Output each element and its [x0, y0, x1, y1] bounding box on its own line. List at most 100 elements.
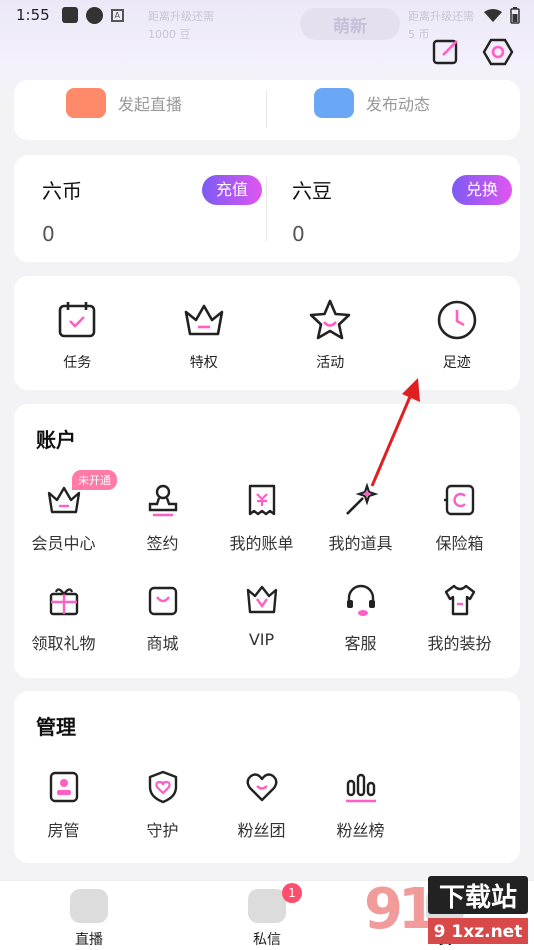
tab-live-label: 直播 [75, 932, 103, 948]
settings-icon[interactable] [482, 36, 514, 68]
account-item-label: 保险箱 [435, 534, 484, 553]
quick-action-post-label: 发布动态 [366, 95, 431, 114]
level-badge-label: 萌新 [333, 16, 367, 37]
quick-action-live[interactable]: 发起直播 [66, 88, 182, 118]
account-item-label: VIP [248, 630, 275, 649]
stamp-icon [148, 484, 177, 517]
manage-item-guard[interactable]: 守护 [113, 763, 212, 863]
faint-upgrade-value: 5 币 [408, 28, 430, 41]
manage-title: 管理 [36, 715, 76, 739]
level-badge: 萌新 [300, 8, 400, 40]
post-moment-icon [314, 88, 354, 118]
feature-privilege[interactable]: 特权 [141, 276, 268, 390]
app-notification-icon [85, 6, 103, 24]
clock-icon [437, 300, 477, 340]
faint-level-title: 距离升级还需 [148, 10, 214, 23]
account-item-label: 我的装扮 [427, 634, 492, 653]
manage-item-fan-rank[interactable]: 粉丝榜 [311, 763, 410, 863]
gift-icon [49, 588, 78, 616]
features-card: 任务 特权 活动 足迹 [14, 276, 520, 390]
account-item-safe[interactable]: 保险箱 [410, 476, 509, 576]
not-activated-tag: 未开通 [72, 470, 117, 490]
manage-grid: 房管 守护 粉丝团 粉丝榜 [14, 763, 520, 863]
account-item-member-center[interactable]: 未开通 会员中心 [14, 470, 117, 576]
heart-icon [246, 773, 277, 802]
quick-divider [266, 90, 267, 128]
tshirt-icon [444, 584, 475, 616]
battery-icon [510, 7, 520, 24]
message-icon [248, 889, 286, 923]
account-item-label: 签约 [146, 534, 179, 553]
manage-item-label: 房管 [47, 821, 80, 840]
crown-icon [184, 304, 224, 336]
account-grid: 未开通 会员中心 签约 我的账单 我的道具 保险箱 领取礼物 商城 VIP 客服… [14, 470, 520, 676]
watermark-line2: 9 1xz.net [434, 922, 523, 942]
shopping-bag-icon [148, 586, 177, 616]
manage-item-room-admin[interactable]: 房管 [14, 763, 113, 863]
tab-messages-label: 私信 [253, 932, 281, 948]
account-item-vip[interactable]: VIP [212, 576, 311, 676]
faint-upgrade-title: 距离升级还需 [408, 10, 474, 23]
site-watermark: 9 1 下载站 9 1xz.net [364, 876, 528, 944]
account-card: 账户 未开通 会员中心 签约 我的账单 我的道具 保险箱 领取礼物 商城 VIP… [14, 404, 520, 678]
shield-heart-icon [148, 770, 177, 804]
quick-action-post[interactable]: 发布动态 [314, 88, 430, 118]
coin-section[interactable]: 六币 0 充值 [42, 175, 262, 246]
feature-privilege-label: 特权 [189, 355, 218, 371]
bean-section[interactable]: 六豆 0 兑换 [292, 175, 512, 246]
faint-level-value: 1000 豆 [148, 28, 191, 41]
account-item-label: 客服 [344, 634, 377, 653]
account-item-label: 领取礼物 [31, 634, 96, 653]
ranking-bars-icon [345, 773, 376, 803]
quick-action-live-label: 发起直播 [118, 95, 183, 114]
header-actions [430, 36, 514, 68]
account-item-service[interactable]: 客服 [311, 576, 410, 676]
quick-actions-card: 发起直播 发布动态 [14, 80, 520, 140]
feature-footprint[interactable]: 足迹 [394, 276, 521, 390]
live-start-icon [66, 88, 106, 118]
magic-wand-icon [345, 482, 378, 515]
tab-messages[interactable]: 1 私信 [178, 881, 356, 950]
vip-crown-icon [246, 585, 277, 614]
live-camera-icon [70, 889, 108, 923]
feature-activity-label: 活动 [316, 355, 345, 371]
account-item-label: 我的道具 [328, 534, 393, 553]
account-item-props[interactable]: 我的道具 [311, 476, 410, 576]
status-time: 1:55 [16, 6, 50, 24]
account-item-mall[interactable]: 商城 [113, 576, 212, 676]
manage-item-fan-club[interactable]: 粉丝团 [212, 763, 311, 863]
feature-footprint-label: 足迹 [442, 355, 471, 371]
safe-icon [443, 484, 474, 516]
room-admin-icon [49, 771, 78, 803]
account-item-label: 商城 [146, 634, 179, 653]
feature-tasks[interactable]: 任务 [14, 276, 141, 390]
account-item-sign[interactable]: 签约 [113, 476, 212, 576]
feature-activity[interactable]: 活动 [267, 276, 394, 390]
unread-badge: 1 [282, 883, 302, 903]
headset-icon [346, 584, 375, 616]
account-item-label: 我的账单 [229, 534, 294, 553]
manage-item-label: 粉丝榜 [336, 821, 385, 840]
wallet-card: 六币 0 充值 六豆 0 兑换 [14, 155, 520, 262]
feature-tasks-label: 任务 [63, 355, 92, 371]
wallet-divider [266, 177, 267, 241]
tab-live[interactable]: 直播 [0, 881, 178, 950]
a-notification-icon: A [110, 8, 124, 22]
watermark-line1: 下载站 [439, 883, 517, 913]
recharge-button[interactable]: 充值 [201, 175, 262, 205]
exchange-button[interactable]: 兑换 [451, 175, 512, 205]
account-item-bill[interactable]: 我的账单 [212, 476, 311, 576]
calendar-check-icon [58, 302, 96, 338]
receipt-icon [248, 484, 275, 516]
edit-icon[interactable] [430, 36, 462, 68]
manage-item-label: 守护 [146, 821, 179, 840]
account-item-dressup[interactable]: 我的装扮 [410, 576, 509, 676]
notification-icon [61, 7, 78, 23]
account-item-gift[interactable]: 领取礼物 [14, 576, 113, 676]
bean-value: 0 [292, 222, 305, 246]
manage-card: 管理 房管 守护 粉丝团 粉丝榜 [14, 691, 520, 863]
star-icon [309, 299, 351, 340]
coin-value: 0 [42, 222, 55, 246]
account-item-label: 会员中心 [31, 534, 96, 553]
account-title: 账户 [36, 428, 76, 452]
